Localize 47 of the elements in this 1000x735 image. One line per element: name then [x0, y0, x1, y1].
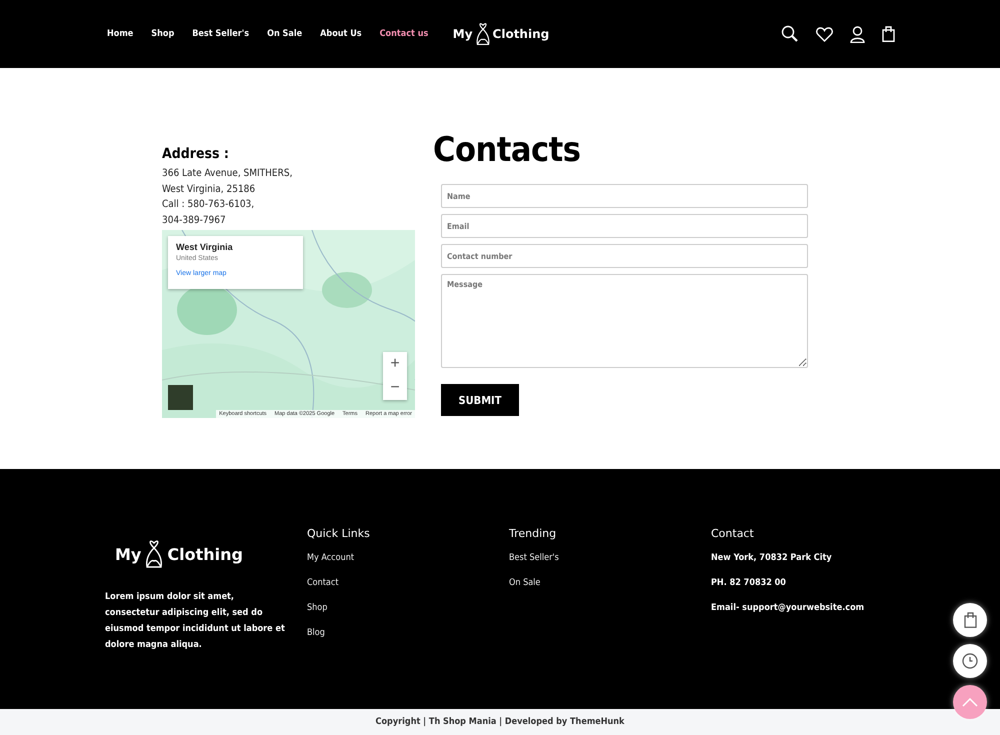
footer-link[interactable]: Best Seller's: [509, 552, 711, 565]
address-line: West Virginia, 25186: [162, 182, 256, 196]
footer-heading: Trending: [509, 527, 558, 540]
search-icon[interactable]: [781, 25, 799, 43]
footer-link[interactable]: PH. 82 70832 00: [711, 577, 913, 590]
address-line: 366 Late Avenue, SMITHERS,: [162, 167, 294, 181]
footer-link[interactable]: On Sale: [509, 577, 711, 590]
about-text: Lorem ipsum dolor sit amet, consectetur adipiscing elit, sed do eiusmod tempor incididunt ut labore et dolore magna aliqua.: [105, 591, 286, 652]
input-field[interactable]: Email: [441, 214, 808, 238]
place-title: West Virginia: [176, 242, 234, 252]
nav-link[interactable]: Home: [107, 29, 134, 39]
footer-link[interactable]: Email- support@yourwebsite.com: [711, 602, 913, 615]
address-heading: Address :: [162, 146, 230, 162]
shopping-bag-icon: [964, 612, 976, 628]
footer-heading: Contact: [711, 527, 755, 540]
chevron-up-icon: [962, 698, 978, 706]
nav-link[interactable]: On Sale: [267, 29, 302, 39]
copyright-text: Copyright | Th Shop Mania | Developed by ThemeHunk: [376, 717, 624, 727]
footer-link[interactable]: Shop: [307, 602, 509, 615]
nav-link[interactable]: About Us: [320, 29, 362, 39]
logo-text[interactable]: Clothing: [167, 544, 243, 564]
zoom-out-button[interactable]: −: [383, 376, 407, 400]
footer-link[interactable]: My Account: [307, 552, 509, 565]
message-field[interactable]: Message: [441, 274, 808, 368]
submit-button[interactable]: SUBMIT: [441, 384, 519, 416]
heart-icon[interactable]: [816, 26, 833, 42]
input-field[interactable]: Name: [441, 184, 808, 208]
clock-icon: [962, 653, 978, 669]
nav-link[interactable]: Shop: [151, 29, 174, 39]
logo-text[interactable]: Clothing: [492, 27, 550, 41]
user-icon[interactable]: [850, 26, 865, 42]
footer-heading: Quick Links: [307, 527, 371, 540]
input-field[interactable]: Contact number: [441, 244, 808, 268]
address-line: Call : 580-763-6103,: [162, 198, 256, 212]
nav-link[interactable]: Contact us: [380, 29, 428, 39]
dress-icon: [474, 22, 491, 46]
footer-link[interactable]: Blog: [307, 627, 509, 640]
footer-link[interactable]: Contact: [307, 577, 509, 590]
nav-link[interactable]: Best Seller's: [192, 29, 250, 39]
logo-text[interactable]: My: [115, 544, 142, 564]
footer-link[interactable]: New York, 70832 Park City: [711, 552, 913, 565]
dress-icon: [144, 539, 164, 569]
zoom-in-button[interactable]: +: [383, 352, 407, 376]
shopping-bag-icon[interactable]: [882, 26, 895, 42]
logo-text[interactable]: My: [452, 27, 473, 41]
page-title: Contacts: [433, 130, 582, 170]
address-line: 304-389-7967: [162, 214, 227, 228]
